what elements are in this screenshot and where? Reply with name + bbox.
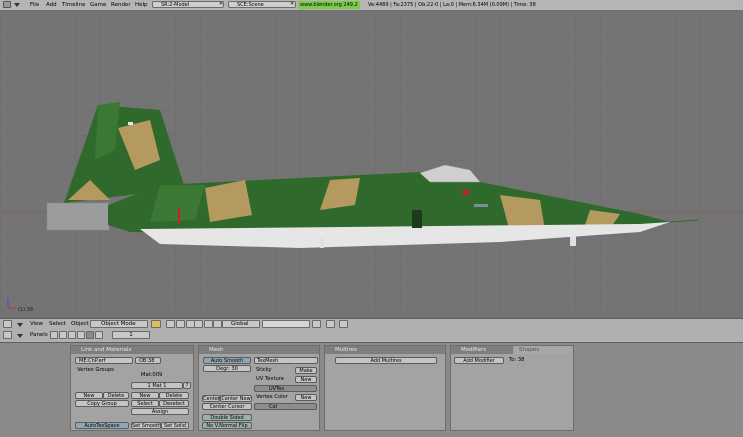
frame-number: 1 (129, 332, 133, 338)
collapse-triangle-icon-buttons[interactable] (17, 334, 23, 338)
logic-icon[interactable] (50, 331, 58, 339)
mesh-title[interactable]: Mesh (199, 346, 319, 354)
link-materials-panel: Link and Materials ME:ChP.erf OB:38 Vert… (70, 345, 194, 431)
frame-stepper[interactable]: 1 (112, 331, 150, 339)
material-name: Mat:009 (141, 372, 163, 378)
uvtex-name: UVTex (269, 386, 285, 392)
sticky-make-button[interactable]: Make (295, 367, 317, 374)
multires-panel: Multires Add Multires (324, 345, 446, 431)
tab-modifiers[interactable]: Modifiers (451, 346, 513, 354)
modifiers-panel: Modifiers Shapes Add Modifier To: 38 (450, 345, 574, 431)
col-name: Col (269, 404, 277, 410)
script-icon[interactable] (59, 331, 67, 339)
link-materials-title[interactable]: Link and Materials (71, 346, 193, 354)
texmesh-field[interactable]: TexMesh (254, 357, 318, 364)
render-icon[interactable] (339, 320, 348, 328)
menu-object[interactable]: Object (71, 320, 89, 329)
double-sided-toggle[interactable]: Double Sided (202, 414, 252, 421)
object-context-icon[interactable] (77, 331, 85, 339)
modifier-target-label: To: 38 (509, 357, 525, 363)
scene-close-icon[interactable]: ✕ (290, 2, 295, 7)
window-type-icon-3d[interactable] (3, 320, 12, 328)
mode-label: Object Mode (101, 321, 136, 327)
3d-viewport[interactable]: (1) 38 (0, 10, 743, 316)
draw-type-icon[interactable] (176, 320, 185, 328)
copy-group-button[interactable]: Copy Group (75, 400, 129, 407)
material-counter[interactable]: 1 Mat 1 (131, 382, 183, 389)
material-help-button[interactable]: ? (183, 382, 191, 389)
scale-icon[interactable] (213, 320, 222, 328)
menu-add[interactable]: Add (46, 1, 57, 9)
degr-stepper[interactable]: Degr: 30 (203, 365, 251, 372)
uvtex-layer[interactable]: UVTex (254, 385, 317, 392)
scene-stats: Ve:4489 | Fa:2375 | Ob:22-0 | La:0 | Mem… (368, 2, 536, 8)
shading-icon[interactable] (151, 320, 161, 328)
viewport-canvas (0, 10, 743, 316)
multires-title[interactable]: Multires (325, 346, 445, 354)
layer-buttons[interactable] (262, 320, 310, 328)
center-button[interactable]: Center (202, 395, 220, 402)
rotate-icon[interactable] (204, 320, 213, 328)
center-new-button[interactable]: Center New (220, 395, 252, 402)
vertex-color-label: Vertex Color (256, 394, 288, 400)
screen-name: SR:2-Model (161, 2, 190, 8)
object-name-field[interactable]: OB:38 (135, 357, 161, 364)
add-multires-button[interactable]: Add Multires (335, 357, 437, 364)
render-preview-icon[interactable] (326, 320, 335, 328)
manipulator-icon[interactable] (194, 320, 203, 328)
sticky-label: Sticky (256, 367, 272, 373)
auto-smooth-toggle[interactable]: Auto Smooth (203, 357, 251, 364)
window-type-icon[interactable] (3, 1, 11, 8)
window-type-icon-buttons[interactable] (3, 331, 12, 339)
orientation-label: Global (231, 321, 249, 327)
add-modifier-button[interactable]: Add Modifier (454, 357, 504, 364)
blender-url[interactable]: www.blender.org 249.2 (298, 1, 360, 9)
panels-label: Panels (30, 332, 48, 338)
material-select-button[interactable]: Select (131, 400, 159, 407)
center-cursor-button[interactable]: Center Cursor (202, 403, 252, 410)
vgroup-delete-button[interactable]: Delete (103, 392, 129, 399)
buttons-header: Panels 1 (0, 330, 743, 343)
material-delete-button[interactable]: Delete (159, 392, 189, 399)
vertex-groups-label: Vertex Groups (77, 367, 114, 373)
orientation-selector[interactable]: Global (222, 320, 260, 328)
editing-context-icon[interactable] (86, 331, 94, 339)
tab-shapes[interactable]: Shapes (515, 346, 571, 354)
menu-game[interactable]: Game (90, 1, 106, 9)
scene-selector[interactable]: SCE:Scene (228, 1, 296, 8)
uv-texture-label: UV Texture (256, 376, 284, 382)
frame-label: (1) 38 (18, 307, 34, 313)
material-assign-button[interactable]: Assign (131, 408, 189, 415)
mode-selector[interactable]: Object Mode (90, 320, 148, 328)
mesh-panel: Mesh Auto Smooth Degr: 30 TexMesh Sticky… (198, 345, 320, 431)
shading-context-icon[interactable] (68, 331, 76, 339)
uv-texture-new-button[interactable]: New (295, 376, 317, 383)
vertex-color-new-button[interactable]: New (295, 394, 317, 401)
autotexspace-toggle[interactable]: AutoTexSpace (75, 422, 129, 429)
screen-close-icon[interactable]: ✕ (219, 2, 224, 7)
menu-select[interactable]: Select (49, 320, 66, 329)
collapse-triangle-icon[interactable] (14, 3, 20, 7)
scene-context-icon[interactable] (95, 331, 103, 339)
menu-help[interactable]: Help (135, 1, 148, 9)
material-deselect-button[interactable]: Deselect (159, 400, 189, 407)
set-smooth-button[interactable]: Set Smooth (131, 422, 161, 429)
menu-render[interactable]: Render (111, 1, 131, 9)
col-layer[interactable]: Col (254, 403, 317, 410)
vgroup-new-button[interactable]: New (75, 392, 103, 399)
menu-file[interactable]: File (30, 1, 39, 9)
screen-selector[interactable]: SR:2-Model (152, 1, 224, 8)
lock-icon[interactable] (312, 320, 321, 328)
camera-icon[interactable] (166, 320, 175, 328)
no-v-normal-flip-toggle[interactable]: No V.Normal Flip (202, 422, 252, 429)
set-solid-button[interactable]: Set Solid (161, 422, 189, 429)
menu-timeline[interactable]: Timeline (62, 1, 85, 9)
collapse-triangle-icon-3d[interactable] (17, 323, 23, 327)
mesh-name-field[interactable]: ME:ChP.erf (75, 357, 133, 364)
scene-name: SCE:Scene (237, 2, 264, 8)
menu-view[interactable]: View (30, 320, 43, 329)
material-new-button[interactable]: New (131, 392, 159, 399)
